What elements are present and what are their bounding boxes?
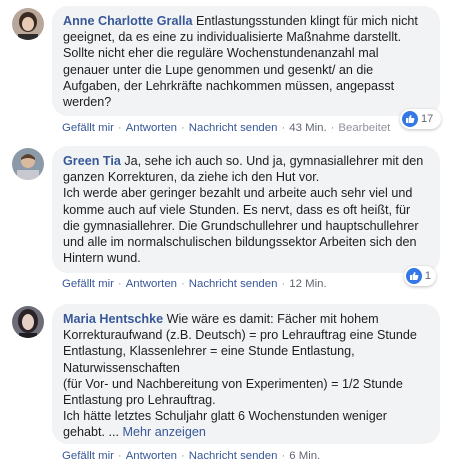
send-message-link[interactable]: Nachricht senden bbox=[189, 450, 278, 462]
comment-author[interactable]: Green Tia bbox=[63, 154, 121, 168]
reply-link[interactable]: Antworten bbox=[126, 122, 177, 134]
comment-actions: Gefällt mir · Antworten · Nachricht senden · 6… bbox=[62, 450, 321, 462]
comment-timestamp[interactable]: 12 Min. bbox=[289, 278, 326, 290]
comment-author[interactable]: Anne Charlotte Gralla bbox=[63, 14, 192, 28]
avatar[interactable] bbox=[12, 8, 44, 40]
like-icon bbox=[402, 111, 418, 127]
reaction-count: 1 bbox=[424, 270, 431, 282]
reaction-count: 17 bbox=[421, 113, 434, 125]
show-more-link[interactable]: Mehr anzeigen bbox=[123, 425, 206, 439]
comment-text: Wie wäre es damit: Fächer mit hohem Korr… bbox=[63, 312, 417, 440]
send-message-link[interactable]: Nachricht senden bbox=[189, 122, 278, 134]
comment-bubble: Green Tia Ja, sehe ich auch so. Und ja, … bbox=[52, 146, 440, 273]
comment-text: Ja, sehe ich auch so. Und ja, gymnasiall… bbox=[63, 154, 424, 266]
reply-link[interactable]: Antworten bbox=[126, 278, 177, 290]
like-link[interactable]: Gefällt mir bbox=[62, 278, 114, 290]
reply-link[interactable]: Antworten bbox=[126, 450, 177, 462]
comment-bubble: Maria Hentschke Wie wäre es damit: Fäche… bbox=[52, 304, 440, 444]
reaction-summary[interactable]: 1 bbox=[404, 266, 436, 286]
avatar[interactable] bbox=[12, 148, 44, 180]
like-link[interactable]: Gefällt mir bbox=[62, 450, 114, 462]
comment-timestamp[interactable]: 6 Min. bbox=[289, 450, 320, 462]
comment-actions: Gefällt mir · Antworten · Nachricht senden · 1… bbox=[62, 278, 327, 290]
edited-label[interactable]: Bearbeitet bbox=[338, 122, 390, 134]
like-icon bbox=[406, 268, 422, 284]
comment-actions: Gefällt mir · Antworten · Nachricht senden · 4… bbox=[62, 122, 391, 134]
comment-timestamp[interactable]: 43 Min. bbox=[289, 122, 326, 134]
comment-bubble: Anne Charlotte Gralla Entlastungsstunden… bbox=[52, 6, 440, 116]
comment-author[interactable]: Maria Hentschke bbox=[63, 312, 163, 326]
reaction-summary[interactable]: 17 bbox=[400, 109, 441, 129]
send-message-link[interactable]: Nachricht senden bbox=[189, 278, 278, 290]
like-link[interactable]: Gefällt mir bbox=[62, 122, 114, 134]
avatar[interactable] bbox=[12, 306, 44, 338]
comment-text: Entlastungsstunden klingt für mich nicht… bbox=[63, 14, 422, 110]
